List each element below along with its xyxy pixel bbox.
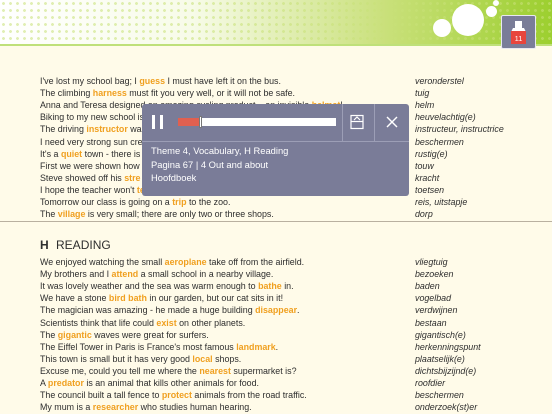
sentence-text: The [40,209,58,220]
track-info: Theme 4, Vocabulary, H Reading Pagina 67… [151,144,288,185]
section-title: READING [56,238,111,252]
vocab-word: trip [172,197,187,207]
sentence-text: is very small; there are only two or thr… [85,209,274,220]
sentence-text: We enjoyed watching the small [40,257,165,267]
section-divider [0,221,552,222]
vocab-word: instructor [86,124,128,135]
sentence-text: My mum is a [40,402,93,413]
sentence-text: must fit you very well, or it will not b… [126,88,296,99]
sentence-text: animals from the road traffic. [191,390,307,401]
vocab-word: exist [156,317,177,328]
progress-slider[interactable] [178,116,336,128]
decorative-bubble [433,19,451,37]
sentence-text: This town is small but it has very good [40,353,193,364]
collapse-button[interactable] [342,104,373,141]
sentence-text: take off from the airfield. [206,257,305,267]
sentence-text: I've lost my school bag; I [40,76,140,86]
player-controls [142,104,409,141]
sentence-text: First we were shown how [40,160,140,171]
vocab-word: gigantic [57,329,92,340]
pause-icon [160,115,163,129]
sentence-text: The magician was amazing - he made a hug… [40,305,256,316]
sentence-text: The Eiffel Tower in Paris is France's mo… [40,341,237,352]
sentence-text: is an animal that kills other animals fo… [83,378,260,388]
sentence-text: on other planets. [176,317,246,328]
vocab-word: harness [92,88,127,99]
sentence-text: It's a [40,148,61,159]
collapse-icon [350,114,364,130]
vocab-word: quiet [60,148,83,159]
close-button[interactable] [375,104,409,141]
sentence-text: supermarket is? [230,365,297,376]
vocab-word: village [57,209,86,220]
vocab-word: bathe [258,281,282,292]
sentence-text: A [40,378,48,388]
sentence-text: Excuse me, could you tell me where the [40,365,200,376]
sentence-text: in. [281,281,294,292]
header-divider [0,44,552,46]
english-sentence: My mum is a researcher who studies human… [40,400,252,414]
sentence-text: The climbing [40,88,93,99]
vocab-word: predator [47,378,84,388]
vocab-word: bird bath [108,293,147,304]
track-title: Theme 4, Vocabulary, H Reading [151,145,289,156]
decorative-bubble [486,6,497,17]
sentence-text: a small school in a nearby village. [138,269,274,280]
player-divider [142,141,409,142]
vocab-word: aeroplane [164,257,207,267]
sentence-text: I must have left it on the bus. [165,76,281,86]
sentence-text: shops. [212,353,242,364]
close-icon [386,116,398,128]
section-letter: H [40,238,49,252]
sentence-text: My brothers and I [40,269,112,280]
pause-button[interactable] [152,115,164,129]
track-page: Pagina 67 | 4 Out and about [151,158,269,170]
vocab-word: protect [161,390,192,401]
pause-icon [152,115,155,129]
decorative-bubble [493,0,499,6]
section-heading: H READING [40,238,111,252]
sentence-text: Scientists think that life could [40,317,157,328]
decorative-bubble [452,4,484,36]
vocab-word: landmark [236,341,276,352]
sentence-text: who studies human hearing. [138,402,252,413]
vocab-word: researcher [92,402,139,413]
dutch-translation: onderzoek(st)er [415,402,478,413]
vocab-word: nearest [199,365,231,376]
sentence-text: I hope the teacher won't [40,184,137,195]
sentence-text: It was lovely weather and the sea was wa… [40,281,259,292]
sentence-text: town - there is [82,148,141,159]
sentence-text: Steve showed off his [40,172,125,183]
sentence-text: to the zoo. [186,197,231,207]
sentence-text: waves were great for surfers. [91,329,209,340]
vocab-word: disappear [255,305,298,316]
sentence-text: Tomorrow our class is going on a [40,197,173,207]
vocab-word: local [192,353,213,364]
sentence-text: The [40,329,58,340]
audio-player: Theme 4, Vocabulary, H Reading Pagina 67… [142,104,409,196]
sentence-text: . [275,341,279,352]
sentence-text: The driving [40,124,87,135]
sentence-text: in our garden, but our cat sits in it! [146,293,284,304]
vocab-word: guess [139,76,166,86]
english-sentence: The village is very small; there are onl… [40,207,274,221]
dutch-translation: dorp [415,209,433,220]
sentence-text: . [297,305,300,316]
book-icon: 11 [511,21,526,44]
app-badge-number: 11 [515,34,523,43]
progress-handle[interactable] [199,116,202,128]
app-menu-button[interactable]: 11 [501,15,536,49]
sentence-text: The council built a tall fence to [40,390,162,401]
sentence-text: We have a stone [40,293,109,304]
header-banner [0,0,552,44]
vocab-word: attend [111,269,139,280]
progress-fill [178,118,200,126]
sentence-text: Biking to my new school is [40,112,145,123]
sentence-text: I need very strong sun cre [40,136,143,147]
track-book: Hoofdboek [151,172,197,183]
vocab-word: stre [124,172,141,183]
